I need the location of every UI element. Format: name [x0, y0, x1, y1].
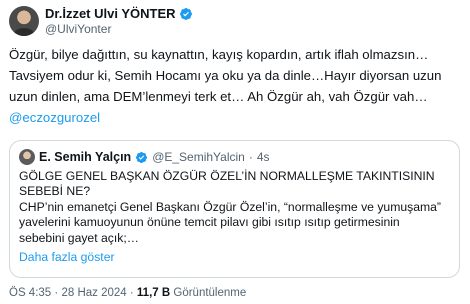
- quoted-line: GÖLGE GENEL BAŞKAN ÖZGÜR ÖZEL’İN NORMALL…: [19, 169, 435, 183]
- verified-badge-icon: [136, 151, 148, 163]
- tweet-line: uzun dinlen, ama DEM’lenmeyi terk et… Ah…: [9, 89, 428, 104]
- quoted-line: yavelerini kamuoyunun önüne temcit pilav…: [19, 215, 400, 230]
- post-time[interactable]: ÖS 4:35: [9, 287, 51, 299]
- quoted-line: SEBEBİ NE?: [19, 184, 91, 199]
- mention-link[interactable]: @eczozgurozel: [9, 107, 464, 128]
- author-avatar[interactable]: [9, 6, 39, 36]
- footer-separator: ·: [129, 287, 134, 299]
- footer-separator: ·: [54, 287, 59, 299]
- post-date[interactable]: 28 Haz 2024: [61, 287, 126, 299]
- quoted-tweet[interactable]: E. Semih Yalçın @E_SemihYalcin · 4s GÖLG…: [9, 140, 460, 278]
- tweet-footer: ÖS 4:35 · 28 Haz 2024 · 11,7 B Görüntüle…: [9, 287, 246, 299]
- quoted-header: E. Semih Yalçın @E_SemihYalcin · 4s: [19, 149, 270, 165]
- quoted-time[interactable]: 4s: [257, 150, 270, 164]
- quoted-author-avatar[interactable]: [19, 149, 35, 165]
- views-count: 11,7 B: [136, 287, 171, 299]
- author-name[interactable]: Dr.İzzet Ulvi YÖNTER: [45, 6, 176, 21]
- author-name-line: Dr.İzzet Ulvi YÖNTER: [45, 6, 193, 21]
- quoted-line: CHP’nin emanetçi Genel Başkanı Özgür Öze…: [19, 199, 441, 214]
- tweet-header: Dr.İzzet Ulvi YÖNTER @UlviYonter: [9, 6, 461, 36]
- views-label: Görüntülenme: [173, 287, 247, 299]
- quoted-author-handle[interactable]: @E_SemihYalcin: [152, 150, 245, 164]
- tweet-line: Tavsiyem odur ki, Semih Hocamı ya oku ya…: [9, 68, 442, 83]
- quoted-body: GÖLGE GENEL BAŞKAN ÖZGÜR ÖZEL’İN NORMALL…: [19, 169, 449, 246]
- verified-badge-icon: [179, 7, 192, 20]
- author-handle[interactable]: @UlviYonter: [45, 22, 111, 36]
- tweet-body: Özgür, bilye dağıttın, su kaynattın, kay…: [9, 44, 464, 128]
- meta-separator: ·: [248, 150, 253, 164]
- show-more-link[interactable]: Daha fazla göster: [19, 250, 115, 264]
- tweet-line: Özgür, bilye dağıttın, su kaynattın, kay…: [9, 47, 429, 62]
- quoted-line: sebebini gayet açık;…: [19, 230, 139, 245]
- quoted-author-name[interactable]: E. Semih Yalçın: [39, 150, 131, 164]
